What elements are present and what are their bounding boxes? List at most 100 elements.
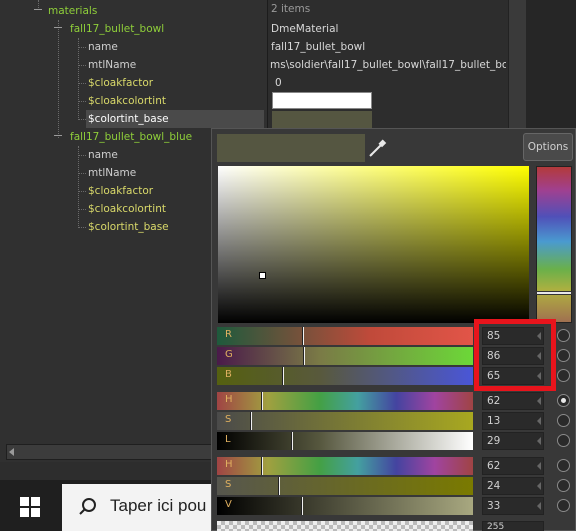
slider-thumb[interactable] bbox=[278, 477, 280, 495]
slider-hsl-saturation[interactable]: S bbox=[217, 412, 473, 430]
slider-blue[interactable]: B bbox=[217, 367, 473, 385]
spin-icon[interactable] bbox=[537, 462, 541, 470]
slider-thumb[interactable] bbox=[261, 457, 263, 475]
tree-item-label: $colortint_base bbox=[88, 221, 169, 233]
slider-thumb[interactable] bbox=[303, 347, 305, 365]
tree-item-attribute[interactable]: $cloakfactor bbox=[88, 74, 153, 92]
scroll-left-icon[interactable] bbox=[9, 448, 14, 456]
options-button[interactable]: Options bbox=[523, 133, 573, 161]
radio-green[interactable] bbox=[557, 349, 570, 362]
tree-item-label: $cloakcolortint bbox=[88, 203, 166, 215]
tree-connector bbox=[78, 155, 86, 156]
hsv-hue-input[interactable]: 62 bbox=[482, 457, 544, 475]
tree-item-label: fall17_bullet_bowl_blue bbox=[70, 131, 193, 143]
slider-label: G bbox=[225, 349, 233, 360]
tree-item-attribute[interactable]: $cloakfactor bbox=[88, 182, 153, 200]
tree-item-property[interactable]: mtlName bbox=[88, 56, 136, 74]
tree-connector bbox=[58, 20, 59, 138]
hsl-hue-input[interactable]: 62 bbox=[482, 392, 544, 410]
value-name[interactable]: fall17_bullet_bowl bbox=[271, 38, 507, 56]
slider-label: R bbox=[225, 329, 232, 340]
slider-red[interactable]: R bbox=[217, 327, 473, 345]
tree-connector bbox=[78, 191, 86, 192]
hue-bar[interactable] bbox=[536, 166, 572, 323]
hsv-value-value: 33 bbox=[487, 500, 501, 512]
annotation-highlight-box bbox=[474, 319, 556, 391]
colortint-base-swatch[interactable] bbox=[272, 111, 372, 128]
slider-thumb[interactable] bbox=[261, 392, 263, 410]
value-mtlname[interactable]: ms\soldier\fall17_bullet_bowl\fall17_bul… bbox=[270, 56, 506, 74]
color-preview bbox=[217, 134, 365, 162]
radio-hsv-value[interactable] bbox=[557, 499, 570, 512]
tree-item-property[interactable]: mtlName bbox=[88, 164, 136, 182]
hsv-saturation-input[interactable]: 24 bbox=[482, 477, 544, 495]
eyedropper-icon[interactable] bbox=[367, 137, 387, 159]
slider-thumb[interactable] bbox=[282, 367, 284, 385]
alpha-value: 255 bbox=[487, 522, 505, 531]
radio-hsv-saturation[interactable] bbox=[557, 479, 570, 492]
collapse-icon[interactable] bbox=[54, 24, 62, 32]
collapse-icon[interactable] bbox=[34, 6, 42, 14]
tree-item-property[interactable]: name bbox=[88, 38, 118, 56]
slider-hsv-saturation[interactable]: S bbox=[217, 477, 473, 495]
value-cloakfactor[interactable]: 0 bbox=[275, 74, 511, 92]
slider-label: B bbox=[225, 369, 232, 380]
spin-icon[interactable] bbox=[537, 397, 541, 405]
tree-item-material[interactable]: fall17_bullet_bowl_blue bbox=[70, 128, 192, 146]
slider-alpha[interactable] bbox=[217, 521, 473, 531]
saturation-value-field[interactable] bbox=[218, 166, 529, 323]
alpha-value-input[interactable]: 255 bbox=[482, 521, 544, 531]
tree-item-attribute[interactable]: $cloakcolortint bbox=[88, 200, 166, 218]
slider-label: V bbox=[225, 499, 232, 510]
tree-connector bbox=[78, 119, 86, 120]
taskbar-search[interactable]: Taper ici pou bbox=[62, 484, 211, 531]
tree-connector bbox=[78, 146, 79, 228]
value-type[interactable]: DmeMaterial bbox=[271, 20, 507, 38]
slider-label: S bbox=[225, 414, 232, 425]
collapse-icon[interactable] bbox=[54, 132, 62, 140]
radio-hsl-saturation[interactable] bbox=[557, 414, 570, 427]
panel-background bbox=[526, 0, 576, 132]
spin-icon[interactable] bbox=[537, 482, 541, 490]
radio-hsv-hue[interactable] bbox=[557, 459, 570, 472]
tree-connector bbox=[78, 65, 86, 66]
radio-hsl-lightness[interactable] bbox=[557, 434, 570, 447]
tree-item-label: materials bbox=[48, 5, 98, 17]
slider-hsl-hue[interactable]: H bbox=[217, 392, 473, 410]
tree-connector bbox=[78, 101, 86, 102]
tree-item-attribute[interactable]: $cloakcolortint bbox=[88, 92, 166, 110]
spin-icon[interactable] bbox=[537, 437, 541, 445]
slider-hsv-value[interactable]: V bbox=[217, 497, 473, 515]
tree-connector bbox=[78, 227, 86, 228]
tree-item-attribute-selected[interactable]: $colortint_base bbox=[86, 110, 264, 128]
hsl-saturation-input[interactable]: 13 bbox=[482, 412, 544, 430]
hsl-hue-value: 62 bbox=[487, 395, 501, 407]
radio-red[interactable] bbox=[557, 329, 570, 342]
hsv-value-input[interactable]: 33 bbox=[482, 497, 544, 515]
tree-item-materials[interactable]: materials bbox=[48, 2, 97, 20]
hsl-lightness-value: 29 bbox=[487, 435, 501, 447]
slider-thumb[interactable] bbox=[250, 412, 252, 430]
windows-start-icon[interactable] bbox=[20, 497, 40, 517]
tree-item-label: name bbox=[88, 149, 118, 161]
radio-hsl-hue[interactable] bbox=[557, 394, 570, 407]
slider-thumb[interactable] bbox=[302, 327, 304, 345]
tree-item-attribute[interactable]: $colortint_base bbox=[88, 218, 169, 236]
tree-item-material[interactable]: fall17_bullet_bowl bbox=[70, 20, 164, 38]
spin-icon[interactable] bbox=[537, 417, 541, 425]
slider-label: H bbox=[225, 459, 233, 470]
tree-connector bbox=[78, 209, 86, 210]
app-window: materials fall17_bullet_bowl name mtlNam… bbox=[0, 0, 576, 531]
spin-icon[interactable] bbox=[537, 502, 541, 510]
hue-marker[interactable] bbox=[536, 291, 572, 295]
radio-blue[interactable] bbox=[557, 369, 570, 382]
slider-hsl-lightness[interactable]: L bbox=[217, 432, 473, 450]
slider-hsv-hue[interactable]: H bbox=[217, 457, 473, 475]
slider-green[interactable]: G bbox=[217, 347, 473, 365]
slider-thumb[interactable] bbox=[301, 497, 303, 515]
cloakcolortint-swatch[interactable] bbox=[272, 92, 372, 109]
slider-thumb[interactable] bbox=[291, 432, 293, 450]
sv-cursor[interactable] bbox=[259, 272, 266, 279]
tree-item-property[interactable]: name bbox=[88, 146, 118, 164]
hsl-lightness-input[interactable]: 29 bbox=[482, 432, 544, 450]
